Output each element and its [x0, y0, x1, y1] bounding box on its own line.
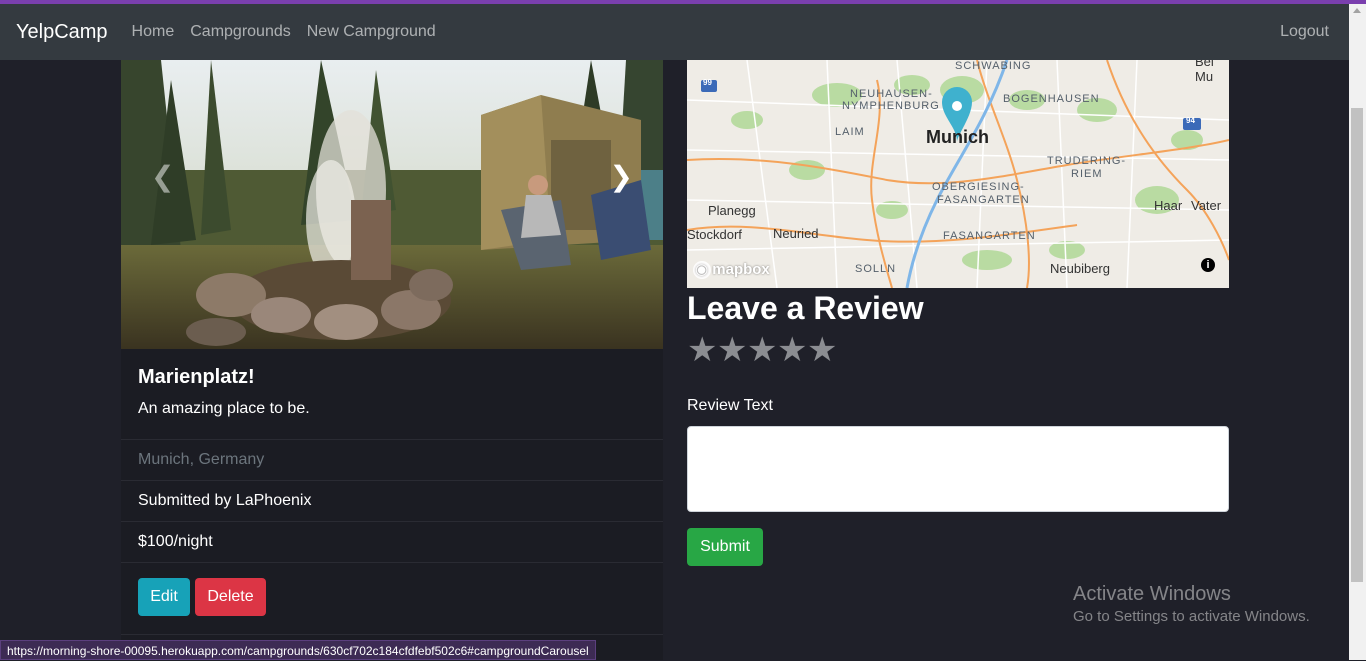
campground-price: $100/night — [121, 521, 663, 562]
campground-carousel: ❮ ❯ — [121, 60, 663, 349]
map-town-label: Stockdorf — [687, 227, 742, 242]
submit-review-button[interactable]: Submit — [687, 528, 763, 566]
map-city-label: Munich — [926, 127, 989, 147]
location-text: Munich, Germany — [138, 451, 265, 468]
map-district-label: NYMPHENBURG — [842, 100, 940, 112]
card-footer-divider — [121, 634, 663, 635]
map-district-label: BOGENHAUSEN — [1003, 93, 1100, 105]
nav-link-home[interactable]: Home — [132, 23, 175, 41]
mapbox-logo-text: mapbox — [712, 261, 770, 278]
map-district-label: RIEM — [1071, 168, 1103, 180]
map-tiles — [687, 60, 1229, 288]
star-rating[interactable]: ★ ★ ★ ★ ★ — [687, 332, 837, 368]
campground-author: Submitted by LaPhoenix — [121, 480, 663, 521]
map-district-label: FASANGARTEN — [937, 194, 1030, 206]
mapbox-logo[interactable]: ◉ mapbox — [695, 260, 770, 278]
map-district-label: NEUHAUSEN- — [850, 88, 933, 100]
star-icon[interactable]: ★ — [807, 332, 837, 368]
review-heading: Leave a Review — [687, 290, 924, 326]
campfire-photo — [121, 60, 663, 349]
map-district-label: OBERGIESING- — [932, 181, 1025, 193]
author-text: Submitted by LaPhoenix — [138, 492, 312, 509]
star-icon[interactable]: ★ — [747, 332, 777, 368]
review-text-input[interactable] — [687, 426, 1229, 512]
road-shield-label: 94 — [1186, 116, 1195, 125]
campground-location: Munich, Germany — [121, 439, 663, 480]
star-icon[interactable]: ★ — [777, 332, 807, 368]
star-icon[interactable]: ★ — [687, 332, 717, 368]
scrollbar-thumb[interactable] — [1351, 108, 1363, 582]
nav-link-new-campground[interactable]: New Campground — [307, 23, 436, 41]
map-district-label: LAIM — [835, 126, 865, 138]
activate-windows-title: Activate Windows — [1073, 583, 1231, 605]
map-district-label: SCHWABING — [955, 60, 1032, 72]
map-district-label: FASANGARTEN — [943, 230, 1036, 242]
delete-button[interactable]: Delete — [195, 578, 266, 616]
map-town-label: Haar — [1154, 198, 1183, 213]
status-bar-url: https://morning-shore-00095.herokuapp.co… — [0, 640, 596, 660]
review-text-label: Review Text — [687, 397, 773, 414]
price-text: $100/night — [138, 533, 213, 550]
carousel-prev-icon[interactable]: ❮ — [151, 160, 174, 193]
campground-description: An amazing place to be. — [138, 400, 310, 417]
road-shield-label: 99 — [703, 78, 712, 87]
logout-link[interactable]: Logout — [1280, 23, 1329, 41]
activate-windows-subtitle: Go to Settings to activate Windows. — [1073, 608, 1310, 625]
star-icon[interactable]: ★ — [717, 332, 747, 368]
edit-button[interactable]: Edit — [138, 578, 190, 616]
campground-title: Marienplatz! — [138, 366, 255, 388]
navbar: YelpCamp Home Campgrounds New Campground… — [0, 4, 1349, 60]
nav-link-campgrounds[interactable]: Campgrounds — [190, 23, 291, 41]
carousel-next-icon[interactable]: ❯ — [610, 160, 633, 193]
map-town-label: Neubiberg — [1050, 261, 1110, 276]
map-town-label: Planegg — [708, 203, 756, 218]
map-town-label: Neuried — [773, 226, 819, 241]
map-district-label: SOLLN — [855, 263, 897, 275]
map-district-label: TRUDERING- — [1047, 155, 1127, 167]
map-town-label: Vater — [1191, 198, 1222, 213]
brand-logo[interactable]: YelpCamp — [16, 21, 108, 44]
scroll-up-icon[interactable] — [1353, 8, 1361, 13]
info-icon[interactable]: i — [1201, 258, 1215, 272]
location-map[interactable]: SCHWABING NEUHAUSEN- NYMPHENBURG BOGENHA… — [687, 60, 1229, 288]
map-town-label: Bei Mu — [1195, 60, 1214, 84]
